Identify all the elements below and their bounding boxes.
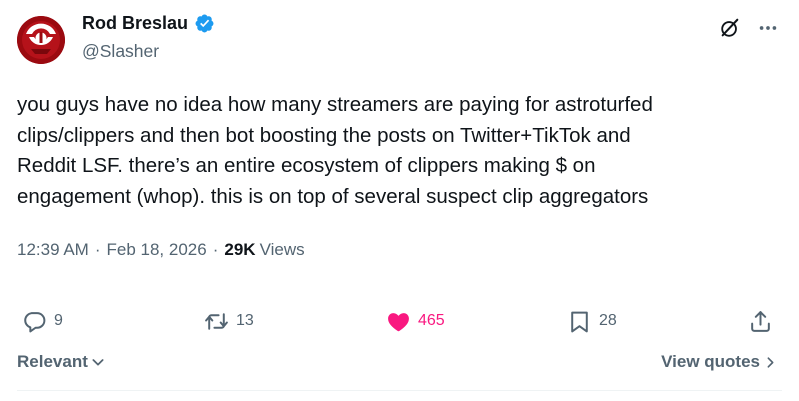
more-options-icon[interactable] <box>757 17 779 39</box>
view-quotes-link[interactable]: View quotes <box>661 352 777 372</box>
tweet-meta: 12:39 AM · Feb 18, 2026 · 29K Views <box>17 240 305 260</box>
share-icon <box>751 310 770 332</box>
bookmark-icon <box>571 311 588 332</box>
avatar[interactable] <box>17 16 65 64</box>
tweet-date[interactable]: Feb 18, 2026 <box>107 240 207 260</box>
bookmark-button[interactable]: 28 <box>567 306 617 336</box>
view-quotes-label: View quotes <box>661 352 760 371</box>
share-button[interactable] <box>748 306 773 336</box>
author-name[interactable]: Rod Breslau <box>82 13 188 34</box>
views-label: Views <box>259 240 305 259</box>
avatar-logo-icon <box>17 16 65 64</box>
views-count: 29K <box>224 240 256 259</box>
heart-filled-icon <box>388 312 409 331</box>
meta-separator: · <box>94 240 101 259</box>
tweet-time[interactable]: 12:39 AM <box>17 240 89 260</box>
chevron-right-icon <box>767 356 774 368</box>
reply-icon <box>24 311 46 332</box>
repost-button[interactable]: 13 <box>204 306 254 336</box>
author-name-row[interactable]: Rod Breslau <box>82 13 215 34</box>
grok-icon[interactable] <box>719 17 741 39</box>
author-handle[interactable]: @Slasher <box>82 41 159 62</box>
repost-count: 13 <box>236 312 254 329</box>
chevron-down-icon <box>92 359 104 366</box>
reply-count: 9 <box>54 312 63 329</box>
meta-separator: · <box>212 240 219 259</box>
like-button[interactable]: 465 <box>386 306 445 336</box>
sort-label: Relevant <box>17 352 88 371</box>
like-count: 465 <box>418 312 445 329</box>
repost-icon <box>205 312 228 330</box>
bookmark-count: 28 <box>599 312 617 329</box>
tweet-text: you guys have no idea how many streamers… <box>17 93 653 208</box>
divider <box>17 390 782 391</box>
sort-dropdown[interactable]: Relevant <box>17 352 106 372</box>
reply-button[interactable]: 9 <box>22 306 63 336</box>
verified-badge-icon <box>195 14 214 33</box>
